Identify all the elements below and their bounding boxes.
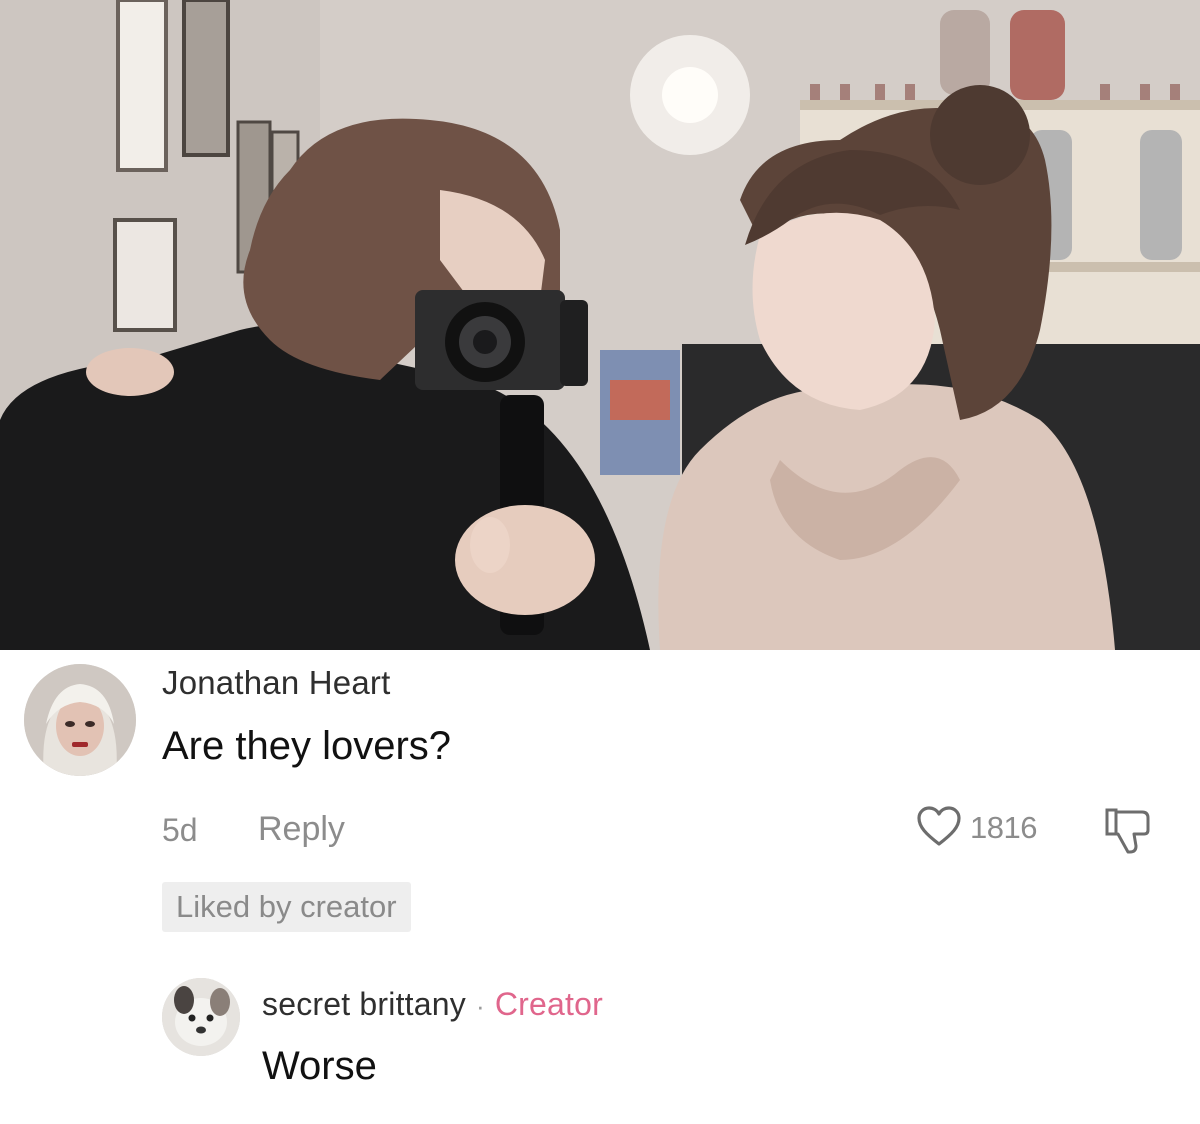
reply-author-line: secret brittany · Creator [262,986,603,1023]
dislike-button[interactable] [1102,802,1160,858]
comment-timestamp: 5d [162,812,198,848]
creator-tag: Creator [494,986,603,1022]
comment-text: Are they lovers? [162,724,452,768]
separator-dot: · [475,991,485,1021]
comment-author-name[interactable]: Jonathan Heart [162,664,390,702]
creator-avatar[interactable] [162,978,240,1056]
comment-item: Jonathan Heart Are they lovers? 5d Reply… [0,650,1200,950]
thumbs-down-outline-icon [1102,808,1160,862]
commenter-avatar[interactable] [24,664,136,776]
video-still-image [0,0,1200,650]
video-frame [0,0,1200,650]
liked-by-creator-badge: Liked by creator [162,882,411,932]
heart-outline-icon [916,805,962,852]
reply-comment-item: secret brittany · Creator Worse [0,960,1200,1124]
like-button[interactable]: 1816 [916,800,1037,856]
reply-author-name[interactable]: secret brittany [262,986,466,1022]
reply-text: Worse [262,1044,377,1088]
reply-button[interactable]: Reply [258,810,345,849]
like-count: 1816 [970,810,1037,845]
